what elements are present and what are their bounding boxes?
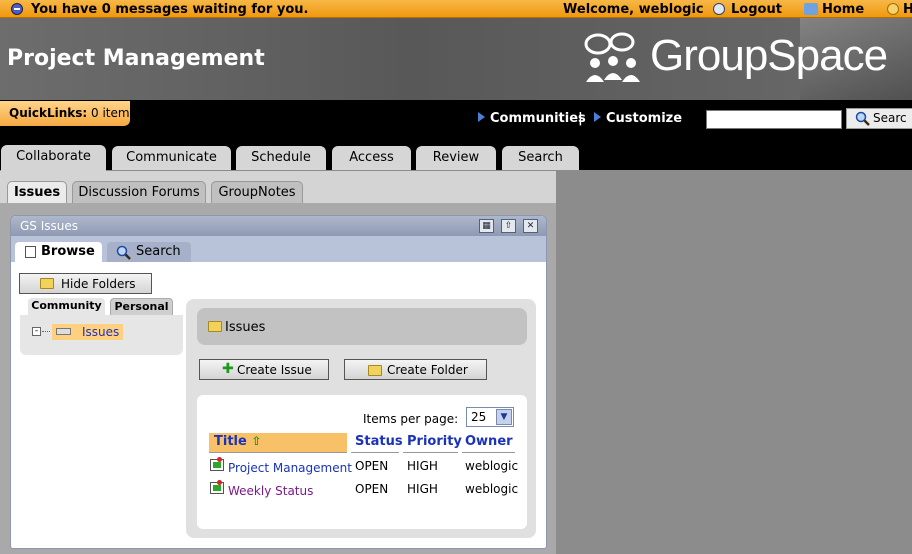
plus-icon: ✚	[222, 361, 234, 377]
issue-owner[interactable]: weblogic	[465, 482, 518, 496]
col-owner[interactable]: Owner	[462, 433, 515, 453]
subtab-issues[interactable]: Issues	[7, 181, 67, 203]
browse-icon	[25, 246, 36, 258]
tab-communicate[interactable]: Communicate	[112, 146, 231, 170]
quicklinks-count: 0 items	[91, 106, 136, 120]
issue-title-link[interactable]: Project Management	[228, 461, 352, 475]
search-input[interactable]	[706, 110, 842, 129]
arrow-right-icon	[594, 112, 601, 122]
issues-folder-icon	[56, 328, 71, 335]
tab-access[interactable]: Access	[332, 146, 411, 170]
col-status[interactable]: Status	[351, 433, 403, 453]
arrow-right-icon	[478, 112, 485, 122]
magnifier-icon	[116, 245, 131, 260]
hide-folders-button[interactable]: Hide Folders	[19, 273, 152, 294]
nav-separator: |	[578, 111, 583, 126]
tab-schedule[interactable]: Schedule	[236, 146, 326, 170]
logout-link[interactable]: Logout	[731, 2, 782, 17]
portlet-tab-browse[interactable]: Browse	[15, 242, 102, 262]
subtab-discussion-forums[interactable]: Discussion Forums	[72, 181, 206, 203]
tree-connector	[42, 331, 50, 332]
folder-title: Issues	[225, 320, 266, 335]
home-icon[interactable]	[804, 3, 818, 15]
folder-icon	[208, 321, 222, 332]
col-title[interactable]: Title ⇧	[209, 433, 347, 453]
customize-link[interactable]: Customize	[594, 111, 682, 126]
issue-owner[interactable]: weblogic	[465, 459, 518, 473]
tree-collapse-icon[interactable]: -	[32, 327, 41, 336]
issue-title-link[interactable]: Weekly Status	[228, 484, 313, 498]
chevron-down-icon[interactable]: ▼	[496, 409, 512, 425]
issue-icon	[210, 480, 224, 494]
tab-collaborate[interactable]: Collaborate	[1, 145, 106, 172]
quicklinks[interactable]: QuickLinks: 0 items	[0, 101, 136, 126]
portlet-tab-search[interactable]: Search	[107, 242, 191, 262]
issue-status: OPEN	[355, 459, 389, 473]
col-priority[interactable]: Priority	[403, 433, 462, 453]
magnifier-icon	[855, 111, 870, 126]
tree-item-issues[interactable]: Issues	[52, 324, 123, 340]
tab-search[interactable]: Search	[502, 146, 579, 170]
message-bar: You have 0 messages waiting for you. Wel…	[0, 0, 912, 18]
communities-link[interactable]: Communities	[478, 111, 586, 126]
issue-priority: HIGH	[407, 459, 438, 473]
portlet-minimize-icon[interactable]: ⇧	[501, 219, 516, 233]
page-title: Project Management	[7, 46, 265, 71]
home-link[interactable]: Home	[822, 2, 864, 17]
help-icon[interactable]	[887, 3, 899, 15]
items-per-page-label: Items per page:	[363, 412, 459, 426]
search-button-label: Searc	[873, 111, 907, 125]
items-per-page-select[interactable]: 25 ▼	[466, 407, 514, 427]
folder-icon	[40, 278, 54, 289]
create-issue-button[interactable]: ✚ Create Issue	[199, 359, 329, 380]
issue-status: OPEN	[355, 482, 389, 496]
sort-up-icon: ⇧	[251, 434, 262, 448]
header: Project Management GroupSpace	[0, 18, 912, 100]
issue-icon	[210, 457, 224, 471]
help-link[interactable]: H	[903, 2, 912, 17]
issue-priority: HIGH	[407, 482, 438, 496]
folder-header: Issues	[197, 308, 527, 345]
groupspace-logo-icon	[584, 32, 640, 82]
quicklinks-label: QuickLinks:	[9, 106, 88, 120]
welcome-text: Welcome, weblogic	[563, 2, 704, 17]
create-folder-button[interactable]: Create Folder	[344, 359, 487, 380]
messages-text[interactable]: You have 0 messages waiting for you.	[31, 2, 308, 17]
logout-icon[interactable]	[713, 3, 725, 15]
groupspace-logo-text: GroupSpace	[650, 31, 888, 80]
portlet-header: GS Issues ▦ ⇧ ✕	[11, 216, 546, 236]
portlet-title: GS Issues	[20, 219, 79, 233]
subtab-groupnotes[interactable]: GroupNotes	[211, 181, 303, 203]
search-button[interactable]: Searc	[846, 108, 912, 129]
portlet-close-icon[interactable]: ✕	[523, 219, 538, 233]
folder-add-icon	[368, 365, 382, 376]
message-icon[interactable]	[11, 3, 23, 15]
tab-review[interactable]: Review	[416, 146, 496, 170]
folder-tab-community[interactable]: Community	[28, 298, 105, 315]
folder-tab-personal[interactable]: Personal	[110, 298, 173, 315]
portlet-edit-icon[interactable]: ▦	[479, 219, 494, 233]
folder-tree: - Issues	[20, 315, 183, 355]
